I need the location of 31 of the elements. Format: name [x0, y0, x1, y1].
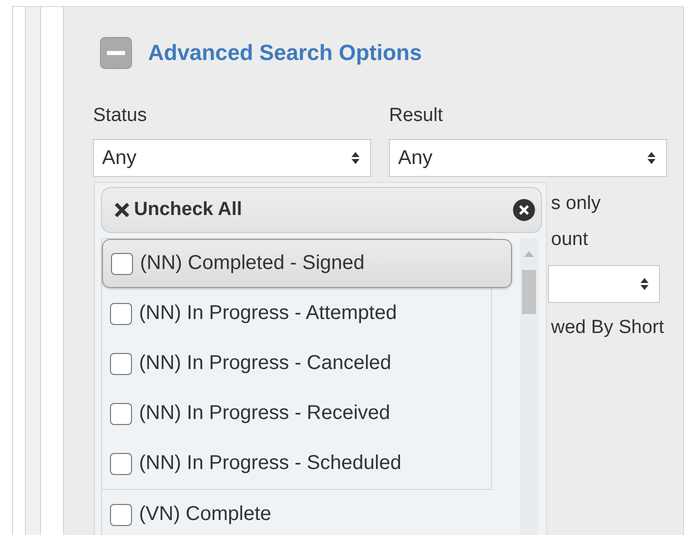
select-arrows-icon [640, 277, 649, 291]
select-field[interactable]: Any [93, 139, 371, 177]
collapse-toggle[interactable] [100, 37, 132, 69]
select-field[interactable]: Any [389, 139, 667, 177]
menu-option[interactable]: (NN) In Progress - Scheduled [102, 439, 491, 488]
menu-option[interactable]: (NN) In Progress - Received [102, 389, 491, 438]
select-arrows-icon [351, 151, 360, 165]
checkbox[interactable] [110, 402, 132, 424]
field-label: ount [551, 229, 588, 251]
menu-option[interactable]: (NN) Completed - Signed [102, 239, 512, 288]
checkbox[interactable] [110, 302, 132, 324]
section-title: Advanced Search Options [148, 40, 422, 66]
field-label: Status [93, 105, 148, 127]
checkbox[interactable] [110, 504, 132, 526]
option-text: wed By Short [551, 317, 664, 339]
uncheck-all-button[interactable]: Uncheck All [101, 187, 542, 233]
menu-option[interactable]: (VN) Complete [102, 490, 491, 535]
checkbox[interactable] [110, 452, 132, 474]
minus-icon [107, 51, 125, 55]
menu-option[interactable]: (NN) In Progress - Canceled [102, 339, 491, 388]
select-field[interactable] [548, 265, 660, 303]
close-circle-icon[interactable] [513, 199, 535, 221]
checkbox[interactable] [110, 352, 132, 374]
checkbox[interactable] [111, 252, 133, 274]
scroll-thumb[interactable] [522, 270, 536, 314]
close-icon [114, 202, 130, 218]
scrollbar[interactable] [520, 238, 538, 535]
field-label: Result [389, 105, 444, 127]
select-arrows-icon [647, 151, 656, 165]
menu-option[interactable]: (NN) In Progress - Attempted [102, 289, 491, 338]
option-text: s only [551, 193, 601, 215]
